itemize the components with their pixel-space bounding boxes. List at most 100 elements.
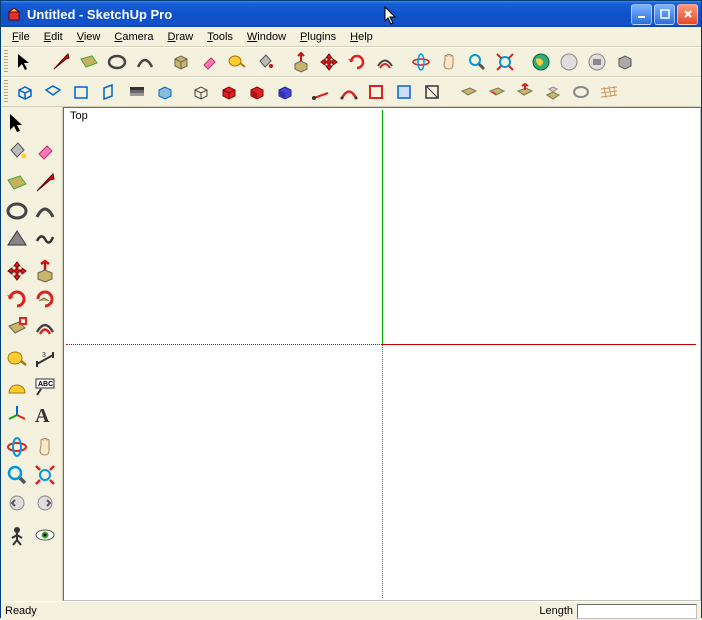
back-view-tool[interactable] [125, 80, 149, 104]
menu-plugins[interactable]: Plugins [293, 29, 343, 45]
offset-tool[interactable] [373, 50, 397, 74]
axes-lg[interactable] [4, 402, 30, 428]
pan-lg[interactable] [32, 434, 58, 460]
text-lg[interactable]: ABC [32, 374, 58, 400]
orbit-lg[interactable] [4, 434, 30, 460]
green-axis-dotted-icon [382, 345, 383, 598]
menu-view[interactable]: View [70, 29, 108, 45]
measurement-input[interactable] [577, 604, 697, 619]
menu-window[interactable]: Window [240, 29, 293, 45]
red-axis-dotted-icon [66, 344, 382, 345]
freehand-lg[interactable] [32, 226, 58, 252]
toolbar-views [1, 77, 701, 107]
measurement-label: Length [539, 605, 573, 617]
shaded-textures-style-tool[interactable] [273, 80, 297, 104]
get-models-tool[interactable] [529, 50, 553, 74]
shadow-tool[interactable] [457, 80, 481, 104]
rectangle-tool[interactable] [77, 50, 101, 74]
next-view-lg[interactable] [32, 490, 58, 516]
look-around-lg[interactable] [32, 522, 58, 548]
tape-measure-lg[interactable] [4, 346, 30, 372]
zoom-extents-lg[interactable] [32, 462, 58, 488]
scale-tool-top[interactable] [541, 80, 565, 104]
svg-text:A: A [35, 405, 50, 427]
circle-lg[interactable] [4, 198, 30, 224]
eraser-lg[interactable] [32, 138, 58, 164]
toolbar-principal [1, 47, 701, 77]
line-lg[interactable] [32, 170, 58, 196]
paint-bucket-tool[interactable] [253, 50, 277, 74]
follow-me-lg[interactable] [32, 286, 58, 312]
layer-tool[interactable] [569, 80, 593, 104]
3d-text-lg[interactable]: A [32, 402, 58, 428]
3d-viewport[interactable]: Top [63, 107, 701, 601]
arc-2-tool[interactable] [337, 80, 361, 104]
move-lg[interactable] [4, 258, 30, 284]
move-tool[interactable] [317, 50, 341, 74]
get-photo-texture-tool[interactable] [585, 50, 609, 74]
push-pull-lg[interactable] [32, 258, 58, 284]
front-view-tool[interactable] [69, 80, 93, 104]
extension-tool[interactable] [613, 50, 637, 74]
menu-file[interactable]: File [5, 29, 37, 45]
arc-tool[interactable] [133, 50, 157, 74]
share-model-tool[interactable] [557, 50, 581, 74]
left-view-tool[interactable] [153, 80, 177, 104]
wireframe-style-tool[interactable] [189, 80, 213, 104]
fog-tool[interactable] [485, 80, 509, 104]
maximize-button[interactable] [654, 4, 675, 25]
svg-text:3: 3 [42, 352, 46, 359]
line-tool[interactable] [49, 50, 73, 74]
rotate-lg[interactable] [4, 286, 30, 312]
axes-tool[interactable] [309, 80, 333, 104]
menu-help[interactable]: Help [343, 29, 380, 45]
menu-draw[interactable]: Draw [161, 29, 201, 45]
minimize-button[interactable] [631, 4, 652, 25]
rotate-tool[interactable] [345, 50, 369, 74]
menu-camera[interactable]: Camera [107, 29, 160, 45]
right-view-tool[interactable] [97, 80, 121, 104]
section-plane-tool[interactable] [365, 80, 389, 104]
hidden-line-style-tool[interactable] [217, 80, 241, 104]
menu-edit[interactable]: Edit [37, 29, 70, 45]
scale-lg[interactable] [4, 314, 30, 340]
zoom-tool[interactable] [465, 50, 489, 74]
zoom-lg[interactable] [4, 462, 30, 488]
push-pull-tool[interactable] [289, 50, 313, 74]
make-component-tool[interactable] [169, 50, 193, 74]
orbit-tool[interactable] [409, 50, 433, 74]
top-view-tool[interactable] [41, 80, 65, 104]
title-bar: Untitled - SketchUp Pro [1, 1, 701, 27]
circle-tool[interactable] [105, 50, 129, 74]
offset-lg[interactable] [32, 314, 58, 340]
select-tool[interactable] [13, 50, 37, 74]
protractor-lg[interactable] [4, 374, 30, 400]
section-display-tool[interactable] [393, 80, 417, 104]
window-title: Untitled - SketchUp Pro [27, 7, 172, 22]
section-cut-tool[interactable] [421, 80, 445, 104]
status-bar: Ready Length [1, 601, 701, 620]
paint-bucket-lg[interactable] [4, 138, 30, 164]
menu-bar: File Edit View Camera Draw Tools Window … [1, 27, 701, 47]
select-tool-lg[interactable] [4, 110, 30, 136]
position-camera-lg[interactable] [4, 522, 30, 548]
arc-lg[interactable] [32, 198, 58, 224]
toolbar-large: 3 ABC A [1, 107, 63, 601]
dimension-lg[interactable]: 3 [32, 346, 58, 372]
menu-tools[interactable]: Tools [200, 29, 240, 45]
svg-text:ABC: ABC [38, 381, 53, 388]
view-label: Top [70, 110, 88, 122]
grid-tool[interactable] [597, 80, 621, 104]
tape-measure-tool[interactable] [225, 50, 249, 74]
red-axis-icon [382, 344, 696, 345]
rectangle-lg[interactable] [4, 170, 30, 196]
pan-tool[interactable] [437, 50, 461, 74]
shaded-style-tool[interactable] [245, 80, 269, 104]
close-button[interactable] [677, 4, 698, 25]
polygon-lg[interactable] [4, 226, 30, 252]
eraser-tool[interactable] [197, 50, 221, 74]
sandbox-tool[interactable] [513, 80, 537, 104]
previous-view-lg[interactable] [4, 490, 30, 516]
zoom-extents-tool[interactable] [493, 50, 517, 74]
iso-view-tool[interactable] [13, 80, 37, 104]
